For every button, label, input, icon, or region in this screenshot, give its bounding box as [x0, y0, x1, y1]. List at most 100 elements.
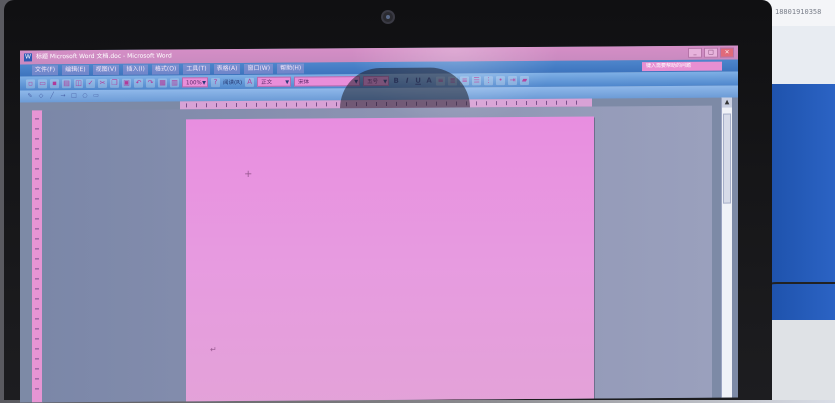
- menu-help[interactable]: 帮助(H): [277, 63, 305, 74]
- shape-icon[interactable]: ◇: [37, 92, 45, 100]
- ruler-tick: [35, 248, 39, 250]
- document-page[interactable]: + ↵: [186, 116, 594, 403]
- help-search-input[interactable]: 键入需要帮助的问题: [642, 61, 722, 72]
- draw-icon[interactable]: ✎: [26, 92, 34, 100]
- ruler-tick: [35, 258, 39, 260]
- ruler-tick: [336, 102, 337, 107]
- ruler-tick: [476, 101, 477, 106]
- ruler-tick: [35, 368, 39, 370]
- menu-insert[interactable]: 插入(I): [123, 64, 148, 75]
- open-folder-icon[interactable]: ▭: [38, 78, 47, 88]
- highlight-icon[interactable]: ▰: [520, 75, 530, 85]
- ruler-tick: [35, 148, 39, 150]
- align-left-icon[interactable]: ≡: [436, 76, 446, 86]
- ruler-tick: [226, 103, 227, 108]
- monitor-bezel: W 标题 Microsoft Word 文档.doc - Microsoft W…: [4, 0, 772, 403]
- menu-file[interactable]: 文件(F): [32, 65, 59, 76]
- spelling-icon[interactable]: ✓: [86, 78, 95, 88]
- table-icon[interactable]: ▦: [158, 77, 167, 88]
- ruler-tick: [306, 102, 307, 107]
- ruler-tick: [286, 102, 287, 107]
- ruler-tick: [426, 101, 427, 106]
- paste-icon[interactable]: ▣: [122, 78, 131, 88]
- ruler-tick: [35, 308, 39, 310]
- oval-icon[interactable]: ○: [81, 92, 89, 100]
- scrollbar-thumb[interactable]: [723, 113, 731, 204]
- ruler-tick: [35, 238, 39, 240]
- numbering-icon[interactable]: ⋮: [484, 75, 494, 85]
- zoom-select[interactable]: 100% ▼: [182, 77, 208, 88]
- undo-icon[interactable]: ↶: [134, 78, 143, 88]
- new-document-icon[interactable]: ▫: [26, 78, 35, 88]
- webcam-icon: [381, 10, 395, 24]
- styles-icon[interactable]: A: [245, 77, 255, 87]
- ruler-tick: [216, 103, 217, 108]
- ruler-tick: [35, 208, 39, 210]
- menu-view[interactable]: 视图(V): [92, 64, 120, 75]
- style-select[interactable]: 正文 ▼: [257, 76, 292, 87]
- ruler-tick: [35, 198, 39, 200]
- menu-table[interactable]: 表格(A): [213, 63, 241, 75]
- ruler-tick: [346, 102, 347, 107]
- print-icon[interactable]: ▤: [62, 78, 71, 88]
- scroll-up-icon[interactable]: ▲: [722, 97, 732, 108]
- ruler-tick: [236, 102, 237, 107]
- ruler-tick: [35, 298, 39, 300]
- minimize-button[interactable]: _: [688, 47, 702, 58]
- menu-edit[interactable]: 编辑(E): [62, 65, 89, 76]
- cut-icon[interactable]: ✂: [98, 78, 107, 88]
- help-icon[interactable]: ?: [211, 77, 220, 87]
- columns-icon[interactable]: ▥: [170, 77, 179, 87]
- line-icon[interactable]: ╱: [48, 92, 56, 100]
- italic-button[interactable]: I: [403, 77, 411, 85]
- ruler-tick: [496, 101, 497, 106]
- ruler-tick: [35, 178, 39, 180]
- menu-format[interactable]: 格式(O): [151, 64, 180, 75]
- ruler-tick: [35, 348, 39, 350]
- font-size-value: 五号: [367, 79, 379, 86]
- ruler-tick: [416, 101, 417, 106]
- align-center-icon[interactable]: ≣: [448, 75, 458, 86]
- copy-icon[interactable]: ❐: [110, 78, 119, 88]
- ruler-tick: [35, 338, 39, 340]
- close-button[interactable]: ×: [720, 47, 734, 58]
- justify-icon[interactable]: ☰: [472, 75, 482, 85]
- print-preview-icon[interactable]: ◫: [74, 78, 83, 88]
- save-icon[interactable]: ▪: [50, 78, 59, 88]
- ruler-tick: [526, 100, 527, 105]
- ruler-tick: [35, 268, 39, 270]
- chevron-down-icon: ▼: [354, 79, 359, 86]
- ruler-tick: [35, 278, 39, 280]
- ruler-tick: [546, 100, 547, 105]
- font-color-button[interactable]: A: [425, 77, 433, 85]
- vertical-scrollbar[interactable]: ▲: [721, 97, 732, 398]
- align-right-icon[interactable]: ≡: [460, 75, 470, 85]
- menu-tools[interactable]: 工具(T): [183, 64, 210, 75]
- ruler-tick: [196, 103, 197, 108]
- rectangle-icon[interactable]: □: [70, 92, 78, 100]
- arrow-icon[interactable]: →: [59, 92, 67, 100]
- ruler-tick: [396, 101, 397, 106]
- bold-button[interactable]: B: [392, 77, 400, 85]
- menu-window[interactable]: 窗口(W): [244, 63, 274, 74]
- ruler-tick: [326, 102, 327, 107]
- read-mode-button[interactable]: 阅读(R): [223, 78, 242, 86]
- ruler-tick: [35, 288, 39, 290]
- ruler-tick: [276, 102, 277, 107]
- indent-icon[interactable]: ⇥: [508, 75, 518, 85]
- redo-icon[interactable]: ↷: [146, 78, 155, 88]
- bullets-icon[interactable]: •: [496, 75, 506, 85]
- underline-button[interactable]: U: [414, 77, 422, 85]
- maximize-button[interactable]: □: [704, 47, 718, 58]
- chevron-down-icon: ▼: [383, 78, 388, 85]
- textbox-icon[interactable]: ▭: [92, 92, 100, 100]
- ruler-tick: [376, 102, 377, 107]
- font-size-select[interactable]: 五号 ▼: [363, 75, 390, 87]
- ruler-tick: [486, 101, 487, 106]
- ruler-tick: [356, 102, 357, 107]
- ruler-tick: [556, 100, 557, 105]
- ruler-tick: [35, 228, 39, 230]
- ruler-tick: [566, 100, 567, 105]
- word-app-icon[interactable]: W: [24, 53, 32, 62]
- font-select[interactable]: 宋体 ▼: [294, 76, 361, 87]
